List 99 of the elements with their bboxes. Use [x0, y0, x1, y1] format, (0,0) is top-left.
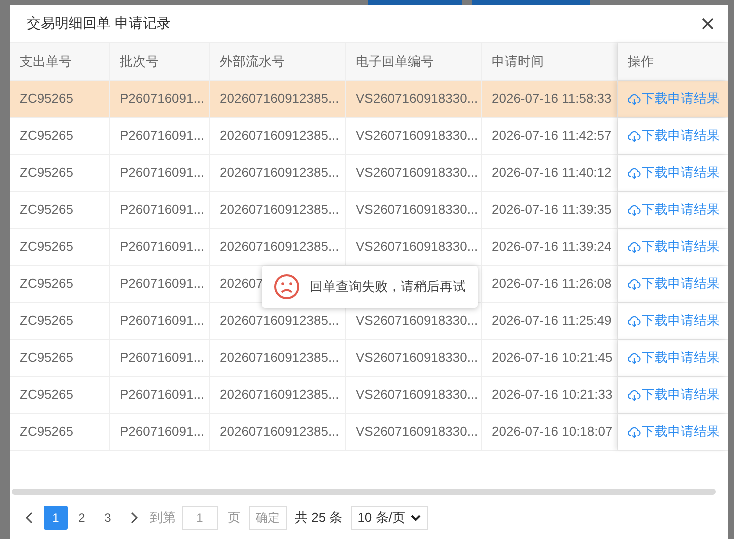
- table-cell-text: ZC95265: [20, 386, 74, 404]
- column-header: 支出单号: [10, 43, 110, 80]
- table-cell-text: ZC95265: [20, 127, 74, 146]
- sad-face-icon: [274, 274, 300, 300]
- table-cell-text: VS2607160918330...: [356, 201, 478, 220]
- close-icon[interactable]: [702, 18, 714, 30]
- table-cell-text: 2026-07-16 10:21:33: [492, 386, 613, 404]
- download-result-link[interactable]: 下载申请结果: [628, 126, 720, 146]
- table-cell-text: 202607160912385...: [220, 386, 340, 404]
- table-row[interactable]: ZC95265 P260716091... 202607160912385... VS2607160918330... 2026-07-16 11:40:12 下载申请结果: [10, 155, 728, 192]
- table-cell-text: P260716091...: [120, 386, 205, 404]
- download-result-link[interactable]: 下载申请结果: [628, 385, 720, 405]
- table-cell-text: 202607160912385...: [220, 127, 340, 146]
- page-unit-label: 页: [228, 508, 241, 527]
- cloud-download-icon: [628, 314, 641, 328]
- page-button[interactable]: 3: [96, 506, 120, 530]
- table-cell-text: P260716091...: [120, 201, 205, 220]
- table-cell-text: ZC95265: [20, 423, 74, 442]
- table-cell-text: P260716091...: [120, 423, 205, 442]
- cloud-download-icon: [628, 130, 641, 142]
- table-cell-text: 2026-07-16 10:18:07: [492, 423, 613, 442]
- download-result-link[interactable]: 下载申请结果: [628, 237, 720, 257]
- page-button[interactable]: 1: [44, 506, 68, 530]
- table-cell-text: P260716091...: [120, 349, 205, 368]
- table-cell-text: VS2607160918330...: [356, 423, 478, 442]
- table-cell-text: 202607160912385...: [220, 349, 340, 368]
- table-cell-text: 202607160912385...: [220, 312, 340, 330]
- column-header: 外部流水号: [210, 43, 346, 80]
- table-cell-text: ZC95265: [20, 164, 74, 182]
- table-cell-text: P260716091...: [120, 164, 205, 182]
- horizontal-scrollbar[interactable]: [12, 489, 716, 495]
- table-cell-text: 2026-07-16 11:39:24: [492, 238, 612, 256]
- download-result-link[interactable]: 下载申请结果: [628, 348, 720, 368]
- table-cell-text: P260716091...: [120, 275, 205, 294]
- table-row[interactable]: ZC95265 P260716091... 202607160912385... VS2607160918330... 2026-07-16 11:42:57 下载申请结果: [10, 118, 728, 155]
- table-row[interactable]: ZC95265 P260716091... 202607160912385... VS2607160918330... 2026-07-16 10:21:33 下载申请结果: [10, 377, 728, 414]
- cloud-download-icon: [628, 92, 641, 106]
- table-cell-text: P260716091...: [120, 312, 205, 330]
- table-row[interactable]: ZC95265 P260716091... 202607160912385... VS2607160918330... 2026-07-16 10:18:07 下载申请结果: [10, 414, 728, 451]
- table-cell-text: 2026-07-16 11:40:12: [492, 164, 612, 182]
- cloud-download-icon: [628, 388, 641, 402]
- table-cell-text: 202607160912385...: [220, 423, 340, 442]
- toast-message: 回单查询失败，请稍后再试: [310, 278, 466, 296]
- column-header: 操作: [618, 43, 728, 80]
- download-result-link[interactable]: 下载申请结果: [628, 89, 720, 109]
- dialog-title: 交易明细回单 申请记录: [27, 14, 171, 33]
- table-row[interactable]: ZC95265 P260716091... 202607160912385... VS2607160918330... 2026-07-16 11:58:33 下载申请结果: [10, 81, 728, 118]
- cloud-download-icon: [628, 240, 641, 254]
- table-row[interactable]: ZC95265 P260716091... 202607160912385... VS2607160918330... 2026-07-16 10:21:45 下载申请结果: [10, 340, 728, 377]
- table-cell-text: ZC95265: [20, 90, 74, 108]
- table-cell-text: ZC95265: [20, 349, 74, 368]
- table-cell-text: 2026-07-16 11:26:08: [492, 275, 612, 294]
- table-cell-text: VS2607160918330...: [356, 312, 478, 330]
- cloud-download-icon: [628, 426, 641, 438]
- table-row[interactable]: ZC95265 P260716091... 202607160912385... VS2607160918330... 2026-07-16 11:25:49 下载申请结果: [10, 303, 728, 340]
- table-cell-text: 202607160912385...: [220, 90, 340, 108]
- goto-label: 到第: [150, 508, 176, 527]
- total-count: 共 25 条: [295, 508, 343, 527]
- table-cell-text: 2026-07-16 11:25:49: [492, 312, 612, 330]
- table-cell-text: 2026-07-16 11:42:57: [492, 127, 612, 146]
- table-cell-text: VS2607160918330...: [356, 386, 478, 404]
- page-input[interactable]: 1: [182, 506, 218, 530]
- column-header: 申请时间: [482, 43, 618, 80]
- column-header: 电子回单编号: [346, 43, 482, 80]
- table-cell-text: VS2607160918330...: [356, 90, 478, 108]
- cloud-download-icon: [628, 166, 641, 180]
- table-cell-text: 2026-07-16 11:58:33: [492, 90, 612, 108]
- table-cell-text: P260716091...: [120, 127, 205, 146]
- cloud-download-icon: [628, 278, 641, 290]
- table-row[interactable]: ZC95265 P260716091... 202607160912385... VS2607160918330... 2026-07-16 11:39:35 下载申请结果: [10, 192, 728, 229]
- table-cell-text: 202607160912385...: [220, 201, 340, 220]
- table-cell-text: VS2607160918330...: [356, 164, 478, 182]
- table-cell-text: VS2607160918330...: [356, 127, 478, 146]
- table-cell-text: ZC95265: [20, 312, 74, 330]
- column-header: 批次号: [110, 43, 210, 80]
- download-result-link[interactable]: 下载申请结果: [628, 274, 720, 294]
- table-cell-text: 202607160912385...: [220, 238, 340, 256]
- page-button[interactable]: 2: [70, 506, 94, 530]
- table-cell-text: P260716091...: [120, 90, 205, 108]
- page-size-select[interactable]: 10 条/页: [350, 506, 428, 530]
- table-cell-text: 202607160912385...: [220, 164, 340, 182]
- table-cell-text: 2026-07-16 10:21:45: [492, 349, 613, 368]
- download-result-link[interactable]: 下载申请结果: [628, 200, 720, 220]
- download-result-link[interactable]: 下载申请结果: [628, 163, 720, 183]
- table-cell-text: 202607: [220, 275, 264, 294]
- download-result-link[interactable]: 下载申请结果: [628, 311, 720, 331]
- table-cell-text: P260716091...: [120, 238, 205, 256]
- table-cell-text: ZC95265: [20, 238, 74, 256]
- table-cell-text: 2026-07-16 11:39:35: [492, 201, 612, 220]
- cloud-download-icon: [628, 352, 641, 364]
- confirm-button[interactable]: 确定: [249, 506, 287, 530]
- table-cell-text: ZC95265: [20, 275, 74, 294]
- cloud-download-icon: [628, 204, 641, 216]
- table-cell-text: VS2607160918330...: [356, 349, 478, 368]
- download-result-link[interactable]: 下载申请结果: [628, 422, 720, 442]
- table-cell-text: VS2607160918330...: [356, 238, 478, 256]
- table-row[interactable]: ZC95265 P260716091... 202607160912385... VS2607160918330... 2026-07-16 11:39:24 下载申请结果: [10, 229, 728, 266]
- caret-icon: [411, 512, 422, 522]
- table-cell-text: ZC95265: [20, 201, 74, 220]
